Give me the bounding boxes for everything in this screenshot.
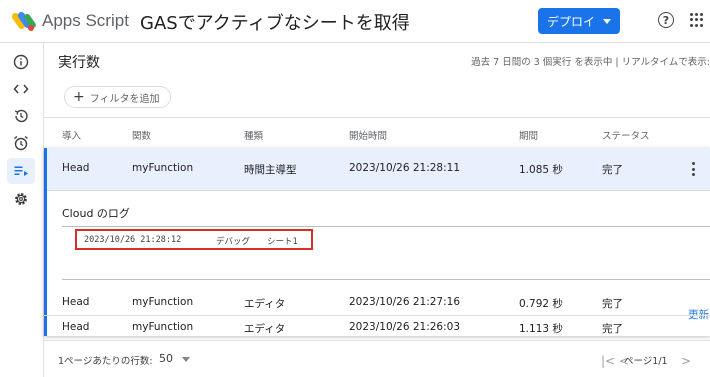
- cell-duration: 0.792 秒: [519, 298, 563, 310]
- cell-status: 完了: [602, 323, 623, 335]
- column-header-deployment[interactable]: 導入: [62, 128, 81, 142]
- top-bar: Apps Script GASでアクティブなシートを取得 デプロイ ?: [0, 0, 710, 43]
- table-row[interactable]: Head myFunction エディタ 2023/10/26 21:26:03…: [44, 316, 710, 341]
- cloud-log-title: Cloud のログ: [62, 207, 130, 220]
- sidebar-item-overview[interactable]: [7, 49, 35, 75]
- log-panel: 2023/10/26 21:28:12 デバッグ シート1: [62, 226, 710, 280]
- cell-start-time: 2023/10/26 21:26:03: [349, 321, 461, 333]
- table-row[interactable]: Head myFunction エディタ 2023/10/26 21:27:16…: [44, 291, 710, 316]
- page-title: 実行数: [58, 55, 100, 71]
- table-footer: 1ページあたりの行数: 50 |< < ページ1/1 >: [44, 346, 710, 376]
- rows-per-page-label: 1ページあたりの行数:: [58, 356, 153, 367]
- cell-function: myFunction: [132, 321, 194, 333]
- cell-deployment: Head: [62, 162, 90, 174]
- next-page-icon[interactable]: >: [681, 354, 691, 368]
- dropdown-arrow-icon[interactable]: [182, 357, 190, 362]
- cell-type: エディタ: [244, 298, 286, 310]
- rows-per-page-select[interactable]: 50: [159, 352, 173, 365]
- log-message: シート1: [267, 237, 298, 247]
- cell-function: myFunction: [132, 162, 194, 174]
- cell-deployment: Head: [62, 321, 90, 333]
- log-entry: 2023/10/26 21:28:12 デバッグ シート1: [75, 229, 313, 250]
- add-filter-label: フィルタを追加: [89, 93, 160, 105]
- info-icon: [13, 54, 29, 70]
- table-row-selected[interactable]: Head myFunction 時間主導型 2023/10/26 21:28:1…: [47, 148, 710, 191]
- side-nav: [0, 43, 44, 377]
- deploy-label: デプロイ: [546, 14, 595, 29]
- project-title[interactable]: GASでアクティブなシートを取得: [140, 9, 410, 35]
- column-header-function[interactable]: 関数: [132, 128, 151, 142]
- executions-icon: [14, 166, 28, 176]
- cell-function: myFunction: [132, 296, 194, 308]
- sidebar-item-executions[interactable]: [7, 158, 35, 184]
- cell-status: 完了: [602, 164, 623, 176]
- cell-type: エディタ: [244, 323, 286, 335]
- alarm-icon: [14, 135, 28, 151]
- add-filter-button[interactable]: + フィルタを追加: [64, 86, 171, 108]
- apps-script-logo[interactable]: [12, 9, 38, 33]
- first-page-icon[interactable]: |<: [601, 354, 615, 368]
- column-header-status[interactable]: ステータス: [602, 128, 650, 142]
- sidebar-item-editor[interactable]: [7, 76, 35, 102]
- gear-icon: [15, 193, 27, 205]
- sidebar-item-history[interactable]: [7, 103, 35, 129]
- caret-down-icon: [603, 18, 611, 24]
- log-level: デバッグ: [216, 237, 251, 247]
- column-header-type[interactable]: 種類: [244, 128, 263, 142]
- deploy-button[interactable]: デプロイ: [538, 8, 620, 34]
- executions-summary: 過去 7 日間の 3 個実行 を表示中 | リアルタイムで表示:: [471, 57, 710, 68]
- history-icon: [14, 109, 28, 123]
- cell-status: 完了: [602, 298, 623, 310]
- sidebar-item-triggers[interactable]: [7, 130, 35, 156]
- sidebar-item-settings[interactable]: [7, 186, 35, 212]
- help-icon[interactable]: ?: [658, 12, 674, 28]
- executions-panel: 実行数 過去 7 日間の 3 個実行 を表示中 | リアルタイムで表示: + フ…: [44, 43, 710, 377]
- table-header: 導入 関数 種類 開始時間 期間 ステータス: [44, 117, 710, 152]
- cell-duration: 1.085 秒: [519, 164, 563, 176]
- cell-type: 時間主導型: [244, 164, 297, 176]
- cell-deployment: Head: [62, 296, 90, 308]
- code-icon: [13, 84, 29, 94]
- app-name[interactable]: Apps Script: [42, 11, 129, 31]
- page-indicator: ページ1/1: [624, 356, 668, 367]
- cell-start-time: 2023/10/26 21:28:11: [349, 162, 461, 174]
- column-header-start-time[interactable]: 開始時間: [349, 128, 387, 142]
- apps-grid-icon[interactable]: [690, 13, 704, 27]
- log-timestamp: 2023/10/26 21:28:12: [84, 235, 182, 245]
- cell-duration: 1.113 秒: [519, 323, 563, 335]
- plus-icon: +: [73, 89, 85, 105]
- cell-start-time: 2023/10/26 21:27:16: [349, 296, 461, 308]
- more-vert-icon[interactable]: [692, 162, 696, 176]
- column-header-duration[interactable]: 期間: [519, 128, 538, 142]
